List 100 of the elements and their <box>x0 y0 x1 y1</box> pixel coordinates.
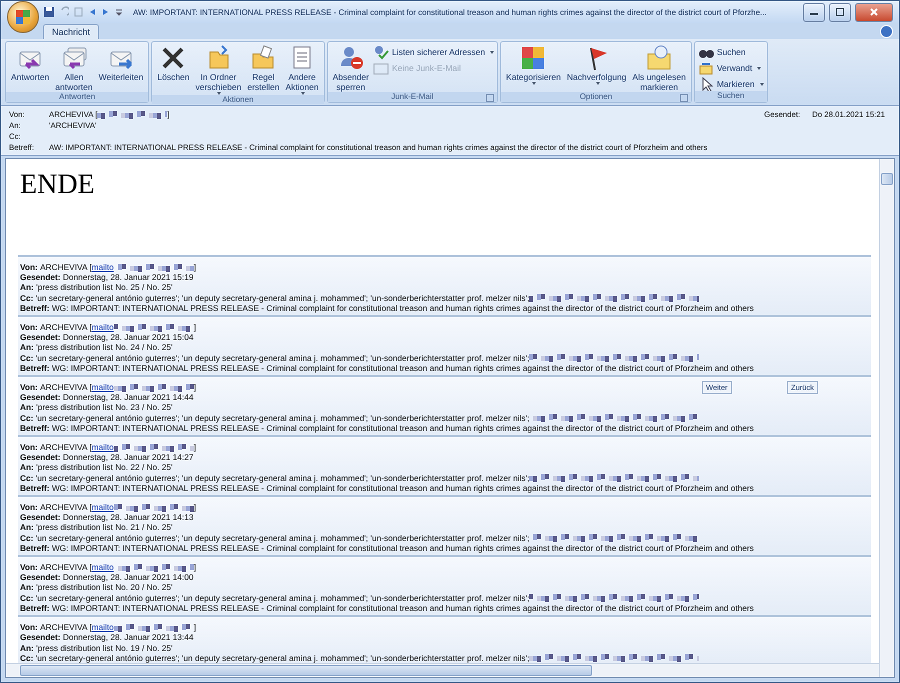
field-label: An: <box>20 642 35 653</box>
close-button[interactable] <box>855 2 893 22</box>
field-label: Gesendet: <box>20 272 62 282</box>
bracket: ] <box>194 382 196 392</box>
field-label: Gesendet: <box>20 392 62 402</box>
subject: WG: IMPORTANT: INTERNATIONAL PRESS RELEASE - Criminal complaint for constitutional treason and human rights crimes against the director of the district court of Pforzheim and others <box>52 602 754 614</box>
field-label: An: <box>20 282 35 293</box>
mailto-link[interactable]: mailto <box>92 622 114 632</box>
ribbon-button[interactable]: Kategorisieren <box>504 44 563 85</box>
recipient: 'press distribution list No. 21 / No. 25' <box>36 522 173 533</box>
ribbon-button[interactable]: Löschen <box>155 44 192 82</box>
mailto-link[interactable]: mailto <box>92 502 114 512</box>
cc-recipients: 'un secretary-general antónio guterres'; 'un deputy secretary-general amina j. mohammed'; 'un-sonderberichterstatter prof. melzer nils'; <box>36 592 530 603</box>
field-label: An: <box>20 462 35 473</box>
bracket: ] <box>194 262 196 272</box>
field-label: Cc: <box>20 352 34 363</box>
office-logo-icon <box>15 9 31 25</box>
office-button[interactable] <box>7 1 39 33</box>
dialog-launcher-icon[interactable] <box>680 94 688 102</box>
field-label: Gesendet: <box>20 572 62 582</box>
field-label: An: <box>20 402 35 413</box>
maximize-button[interactable] <box>829 2 851 22</box>
ribbon-button[interactable]: Allen antworten <box>53 44 95 92</box>
maximize-icon <box>836 8 844 16</box>
horizontal-scrollbar[interactable] <box>6 663 879 677</box>
group-label: Aktionen <box>152 95 324 104</box>
redacted-address <box>97 110 168 119</box>
field-label: Betreff: <box>20 362 50 374</box>
field-label: Betreff: <box>20 482 50 494</box>
caret-icon <box>757 66 762 70</box>
field-label: Gesendet: <box>20 512 62 522</box>
field-label: Betreff: <box>20 422 50 434</box>
recipient: 'press distribution list No. 20 / No. 25' <box>36 582 173 593</box>
subject: WG: IMPORTANT: INTERNATIONAL PRESS RELEASE - Criminal complaint for constitutional treason and human rights crimes against the director of the district court of Pforzheim and others <box>52 362 754 374</box>
recipient: 'press distribution list No. 19 / No. 25' <box>36 642 173 653</box>
caret-icon <box>760 82 764 86</box>
ribbon-button[interactable]: In Ordner verschieben <box>194 44 244 95</box>
sent-date: Donnerstag, 28. Januar 2021 14:44 <box>62 392 194 402</box>
mailto-link[interactable]: mailto <box>92 262 114 272</box>
cc-recipients: 'un secretary-general antónio guterres'; 'un deputy secretary-general amina j. mohammed'; 'un-sonderberichterstatter prof. melzer nils'; <box>36 412 530 423</box>
recipient: 'press distribution list No. 24 / No. 25' <box>36 342 173 353</box>
field-label: Betreff: <box>20 542 50 554</box>
ribbon-button[interactable]: Regel erstellen <box>245 44 282 92</box>
sender: ARCHEVIVA [ <box>40 262 92 272</box>
ribbon-tab[interactable]: Nachricht <box>43 24 100 39</box>
save-icon[interactable] <box>43 6 55 18</box>
ribbon-button[interactable]: Als ungelesen markieren <box>630 44 688 92</box>
close-icon <box>870 8 878 16</box>
field-label: Gesendet: <box>20 332 62 342</box>
cc-recipients: 'un secretary-general antónio guterres'; 'un deputy secretary-general amina j. mohammed'; 'un-sonderberichterstatter prof. melzer nils'; <box>36 292 530 303</box>
dialog-launcher-icon[interactable] <box>486 94 494 102</box>
mailto-link[interactable]: mailto <box>92 322 114 332</box>
cc-recipients: 'un secretary-general antónio guterres'; 'un deputy secretary-general amina j. mohammed'; 'un-sonderberichterstatter prof. melzer nils'; <box>36 472 530 483</box>
body-heading: ENDE <box>19 168 96 202</box>
mailto-link[interactable]: mailto <box>92 442 114 452</box>
group-label: Optionen <box>501 92 691 102</box>
field-label: Von: <box>20 322 39 332</box>
field-label: An: <box>20 342 35 353</box>
minimize-button[interactable] <box>803 2 825 22</box>
sender: ARCHEVIVA [ <box>40 322 92 332</box>
field-label: Von: <box>20 262 39 272</box>
group-label: Suchen <box>694 91 767 102</box>
subject: WG: IMPORTANT: INTERNATIONAL PRESS RELEASE - Criminal complaint for constitutional treason and human rights crimes against the director of the district court of Pforzheim and others <box>52 542 754 554</box>
field-label: Cc: <box>20 532 34 543</box>
bracket: ] <box>194 622 196 632</box>
cc-recipients: 'un secretary-general antónio guterres'; 'un deputy secretary-general amina j. mohammed'; 'un-sonderberichterstatter prof. melzer nils'; <box>36 652 530 663</box>
ribbon-button[interactable]: Nachverfolgung <box>564 44 628 85</box>
field-label: Gesendet: <box>20 632 62 642</box>
field-label: An: <box>20 522 35 533</box>
ribbon-button[interactable]: Suchen <box>698 45 764 59</box>
ribbon-button[interactable]: Weiterleiten <box>96 44 146 82</box>
mailto-link[interactable]: mailto <box>92 562 114 572</box>
field-label: Von: <box>20 562 39 572</box>
caret-icon <box>490 50 494 54</box>
undo-icon[interactable] <box>59 6 69 18</box>
ribbon-button[interactable]: Verwandt <box>698 61 764 75</box>
unread-mail-icon <box>645 44 674 72</box>
group-label: Junk-E-Mail <box>328 92 498 102</box>
sent-date: Donnerstag, 28. Januar 2021 14:00 <box>62 572 194 582</box>
field-label: Von: <box>20 382 39 392</box>
group-label: Antworten <box>6 92 148 102</box>
ribbon-button[interactable]: Listen sicherer Adressen <box>372 45 494 59</box>
field-label: Gesendet: <box>20 452 62 462</box>
ribbon-button[interactable]: Antworten <box>9 44 52 82</box>
caret-icon <box>532 82 536 85</box>
sent-date: Donnerstag, 28. Januar 2021 14:27 <box>62 452 194 462</box>
sent-date: Donnerstag, 28. Januar 2021 13:44 <box>62 632 194 642</box>
bracket: ] <box>194 442 196 452</box>
recipient: 'press distribution list No. 23 / No. 25' <box>36 402 173 413</box>
ribbon-button[interactable]: Absender sperren <box>330 44 371 92</box>
vertical-scrollbar[interactable] <box>879 159 894 677</box>
field-label: Cc: <box>20 292 34 303</box>
sent-date: Donnerstag, 28. Januar 2021 15:04 <box>62 332 194 342</box>
window-title: AW: IMPORTANT: INTERNATIONAL PRESS RELEASE - Criminal complaint for constitutional treason and human rights crimes against the director of the district court of Pforzhe... <box>133 8 768 16</box>
safe-list-icon <box>372 44 389 60</box>
field-label: Betreff: <box>20 602 50 614</box>
sent-date: Donnerstag, 28. Januar 2021 14:13 <box>62 512 194 522</box>
bracket: ] <box>194 502 196 512</box>
mailto-link[interactable]: mailto <box>92 382 114 392</box>
sender: ARCHEVIVA [ <box>40 502 92 512</box>
